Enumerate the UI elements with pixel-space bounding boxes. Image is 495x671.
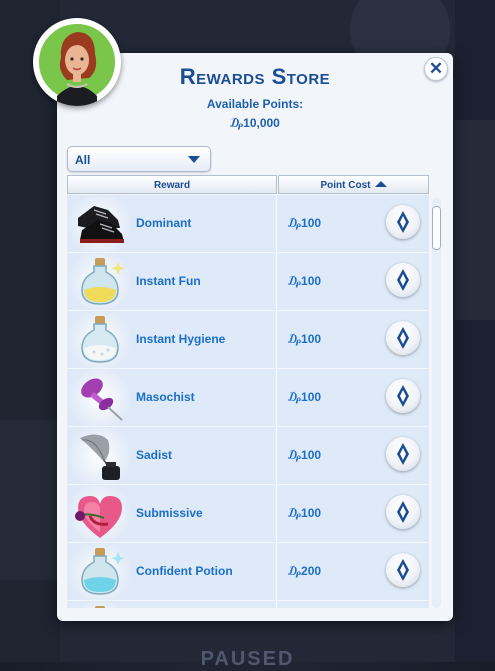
plumbob-icon bbox=[397, 269, 409, 291]
white-potion-icon bbox=[68, 312, 132, 368]
plumbob-icon bbox=[397, 559, 409, 581]
reward-cost: ₯100 bbox=[288, 216, 322, 230]
reward-cost: ₯200 bbox=[288, 564, 322, 578]
buy-button[interactable] bbox=[386, 553, 420, 587]
sort-ascending-icon bbox=[374, 181, 387, 187]
buy-button[interactable] bbox=[386, 263, 420, 297]
reward-name: Masochist bbox=[136, 390, 195, 404]
reward-cost: ₯100 bbox=[288, 390, 322, 404]
reward-name: Confident Potion bbox=[136, 564, 233, 578]
buy-button[interactable] bbox=[386, 205, 420, 239]
plumbob-icon bbox=[397, 443, 409, 465]
potion-icon bbox=[68, 602, 132, 608]
row-divider bbox=[276, 485, 277, 542]
plumbob-icon bbox=[397, 327, 409, 349]
yellow-potion-icon bbox=[68, 254, 132, 310]
sim-avatar bbox=[33, 18, 121, 106]
reward-row-submissive[interactable]: Submissive ₯100 bbox=[67, 485, 429, 542]
paused-label: PAUSED bbox=[200, 648, 295, 670]
reward-cost: ₯100 bbox=[288, 274, 322, 288]
reward-cost: ₯100 bbox=[288, 506, 322, 520]
reward-name: Submissive bbox=[136, 506, 203, 520]
black-boots-icon bbox=[68, 196, 132, 252]
point-cost-column-label: Point Cost bbox=[320, 180, 371, 191]
reward-cost: ₯100 bbox=[288, 332, 322, 346]
reward-column-header[interactable]: Reward bbox=[67, 175, 277, 194]
reward-name: Sadist bbox=[136, 448, 173, 462]
purple-pushpin-icon bbox=[68, 370, 132, 426]
close-button[interactable]: ✕ bbox=[424, 57, 448, 81]
reward-row-partial[interactable] bbox=[67, 601, 429, 608]
plumbob-icon bbox=[397, 501, 409, 523]
reward-name: Dominant bbox=[136, 216, 192, 230]
row-divider bbox=[276, 369, 277, 426]
available-points-value: ₯10,000 bbox=[230, 116, 280, 130]
buy-button[interactable] bbox=[386, 437, 420, 471]
heart-rose-icon bbox=[68, 486, 132, 542]
reward-row-confident-potion[interactable]: Confident Potion ₯200 bbox=[67, 543, 429, 600]
buy-button[interactable] bbox=[386, 379, 420, 413]
reward-cost: ₯100 bbox=[288, 448, 322, 462]
reward-column-label: Reward bbox=[153, 180, 191, 191]
buy-button[interactable] bbox=[386, 495, 420, 529]
quill-inkwell-icon bbox=[68, 428, 132, 484]
blue-potion-icon bbox=[68, 544, 132, 600]
available-points-label: Available Points: bbox=[206, 97, 304, 111]
reward-row-sadist[interactable]: Sadist ₯100 bbox=[67, 427, 429, 484]
plumbob-icon bbox=[397, 211, 409, 233]
row-divider bbox=[276, 427, 277, 484]
rewards-list: Dominant ₯100 Instant Fun ₯100 Instant H… bbox=[67, 195, 429, 608]
close-icon: ✕ bbox=[428, 59, 444, 78]
reward-name: Instant Fun bbox=[136, 274, 201, 288]
chevron-down-icon bbox=[188, 156, 200, 163]
row-divider bbox=[276, 601, 277, 608]
filter-selected-value: All bbox=[75, 153, 91, 167]
row-divider bbox=[276, 311, 277, 368]
reward-name: Instant Hygiene bbox=[136, 332, 226, 346]
row-divider bbox=[276, 195, 277, 252]
reward-row-instant-fun[interactable]: Instant Fun ₯100 bbox=[67, 253, 429, 310]
scrollbar-thumb[interactable] bbox=[432, 206, 441, 250]
row-divider bbox=[276, 253, 277, 310]
reward-row-dominant[interactable]: Dominant ₯100 bbox=[67, 195, 429, 252]
point-cost-column-header[interactable]: Point Cost bbox=[278, 175, 429, 194]
category-filter-dropdown[interactable]: All bbox=[67, 146, 211, 172]
buy-button[interactable] bbox=[386, 321, 420, 355]
plumbob-icon bbox=[397, 385, 409, 407]
row-divider bbox=[276, 543, 277, 600]
reward-row-masochist[interactable]: Masochist ₯100 bbox=[67, 369, 429, 426]
reward-row-instant-hygiene[interactable]: Instant Hygiene ₯100 bbox=[67, 311, 429, 368]
list-scrollbar[interactable] bbox=[432, 198, 441, 608]
